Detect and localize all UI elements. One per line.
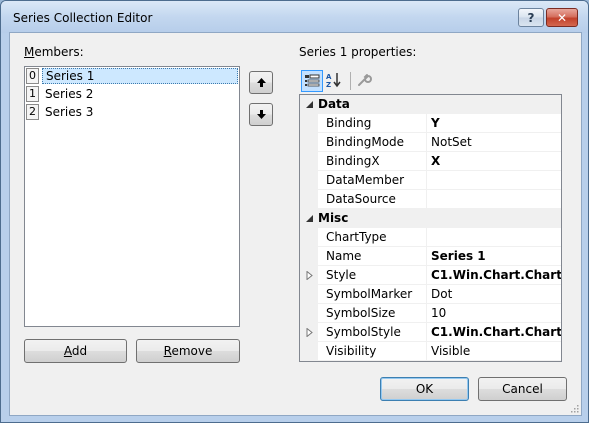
row-margin bbox=[300, 342, 318, 361]
member-index: 0 bbox=[26, 68, 39, 84]
property-value[interactable]: C1.Win.Chart.ChartStyle bbox=[427, 266, 561, 285]
wrench-icon bbox=[358, 74, 372, 86]
collapse-triangle-icon[interactable] bbox=[305, 100, 314, 109]
property-row-visibility[interactable]: Visibility Visible bbox=[300, 342, 561, 361]
member-name: Series 2 bbox=[45, 87, 94, 101]
row-margin bbox=[300, 171, 318, 190]
row-margin bbox=[300, 114, 318, 133]
dialog-client-area: Members: 0 Series 1 1 Series 2 2 Series 3 Add… bbox=[9, 32, 582, 416]
property-name: SymbolStyle bbox=[318, 323, 427, 342]
remove-button[interactable]: Remove bbox=[136, 339, 240, 363]
property-value[interactable] bbox=[427, 171, 561, 190]
row-margin bbox=[300, 323, 318, 342]
move-down-button[interactable] bbox=[249, 103, 273, 126]
property-row-symbolsize[interactable]: SymbolSize 10 bbox=[300, 304, 561, 323]
categorized-button[interactable] bbox=[301, 70, 323, 92]
category-row-misc[interactable]: Misc bbox=[300, 209, 561, 228]
alphabetical-button[interactable]: A Z bbox=[324, 70, 346, 92]
close-button[interactable]: ✕ bbox=[546, 8, 578, 27]
property-row-datasource[interactable]: DataSource bbox=[300, 190, 561, 209]
property-name: Style bbox=[318, 266, 427, 285]
window-title: Series Collection Editor bbox=[13, 11, 153, 25]
categorized-icon bbox=[305, 74, 320, 87]
property-row-binding[interactable]: Binding Y bbox=[300, 114, 561, 133]
add-label-text: dd bbox=[71, 344, 88, 358]
help-button[interactable]: ? bbox=[518, 8, 544, 27]
members-list[interactable]: 0 Series 1 1 Series 2 2 Series 3 bbox=[24, 66, 240, 327]
property-name: ChartType bbox=[318, 228, 427, 247]
property-row-symbolmarker[interactable]: SymbolMarker Dot bbox=[300, 285, 561, 304]
category-row-data[interactable]: Data bbox=[300, 95, 561, 114]
add-button[interactable]: Add bbox=[24, 339, 127, 363]
property-value[interactable]: C1.Win.Chart.ChartStyle bbox=[427, 323, 561, 342]
property-name: Binding bbox=[318, 114, 427, 133]
arrow-up-icon bbox=[257, 78, 266, 87]
property-name: SymbolMarker bbox=[318, 285, 427, 304]
property-pages-button[interactable] bbox=[354, 70, 376, 92]
property-name: Visibility bbox=[318, 342, 427, 361]
row-margin bbox=[300, 228, 318, 247]
alphabetical-sort-icon: A Z bbox=[326, 73, 341, 89]
expand-triangle-icon[interactable] bbox=[305, 271, 314, 280]
row-margin bbox=[300, 304, 318, 323]
member-item[interactable]: 1 Series 2 bbox=[25, 85, 239, 103]
member-item[interactable]: 2 Series 3 bbox=[25, 103, 239, 121]
property-name: DataSource bbox=[318, 190, 427, 209]
property-name: DataMember bbox=[318, 171, 427, 190]
move-up-button[interactable] bbox=[249, 71, 273, 94]
svg-text:Z: Z bbox=[326, 81, 331, 89]
property-row-charttype[interactable]: ChartType bbox=[300, 228, 561, 247]
row-margin bbox=[300, 266, 318, 285]
member-index: 1 bbox=[26, 86, 39, 102]
properties-label: Series 1 properties: bbox=[299, 45, 417, 59]
collapse-triangle-icon[interactable] bbox=[305, 214, 314, 223]
property-grid-toolbar: A Z bbox=[299, 70, 372, 92]
property-value[interactable] bbox=[427, 190, 561, 209]
members-label: Members: bbox=[24, 45, 84, 59]
category-name: Misc bbox=[318, 211, 349, 225]
row-margin bbox=[300, 190, 318, 209]
property-name: SymbolSize bbox=[318, 304, 427, 323]
property-value[interactable]: 10 bbox=[427, 304, 561, 323]
series-collection-editor-window: Series Collection Editor ? ✕ Members: 0S… bbox=[0, 0, 589, 423]
member-name: Series 1 bbox=[42, 68, 238, 84]
member-index: 2 bbox=[26, 104, 39, 120]
cancel-button[interactable]: Cancel bbox=[478, 377, 567, 401]
property-name: Name bbox=[318, 247, 427, 266]
row-margin bbox=[300, 247, 318, 266]
property-row-bindingmode[interactable]: BindingMode NotSet bbox=[300, 133, 561, 152]
add-label-accesskey: A bbox=[63, 344, 72, 358]
property-name: BindingX bbox=[318, 152, 427, 171]
property-row-bindingx[interactable]: BindingX X bbox=[300, 152, 561, 171]
property-row-style[interactable]: StyleC1.Win.Chart.ChartStyle bbox=[300, 266, 561, 285]
expand-triangle-icon[interactable] bbox=[305, 328, 314, 337]
property-value[interactable]: X bbox=[427, 152, 561, 171]
property-value[interactable]: NotSet bbox=[427, 133, 561, 152]
toolbar-separator bbox=[350, 72, 351, 90]
property-value[interactable]: Series 1 bbox=[427, 247, 561, 266]
member-name: Series 3 bbox=[45, 105, 94, 119]
title-bar[interactable]: Series Collection Editor ? ✕ bbox=[1, 1, 588, 33]
row-margin bbox=[300, 152, 318, 171]
remove-label-text: emove bbox=[171, 344, 213, 358]
category-name: Data bbox=[318, 97, 350, 111]
resize-grip-icon[interactable] bbox=[569, 403, 579, 413]
property-value[interactable]: Visible bbox=[427, 342, 561, 361]
row-margin bbox=[300, 285, 318, 304]
property-value[interactable] bbox=[427, 228, 561, 247]
svg-text:A: A bbox=[326, 73, 332, 81]
property-row-symbolstyle[interactable]: SymbolStyleC1.Win.Chart.ChartStyle bbox=[300, 323, 561, 342]
property-grid[interactable]: Data Binding Y BindingMode NotSet BindingX X Da… bbox=[299, 94, 562, 362]
property-value[interactable]: Y bbox=[427, 114, 561, 133]
property-name: BindingMode bbox=[318, 133, 427, 152]
property-value[interactable]: Dot bbox=[427, 285, 561, 304]
property-row-datamember[interactable]: DataMember bbox=[300, 171, 561, 190]
row-margin bbox=[300, 133, 318, 152]
member-item[interactable]: 0 Series 1 bbox=[25, 67, 239, 85]
property-row-name[interactable]: Name Series 1 bbox=[300, 247, 561, 266]
ok-button[interactable]: OK bbox=[380, 377, 469, 401]
arrow-down-icon bbox=[257, 110, 266, 119]
